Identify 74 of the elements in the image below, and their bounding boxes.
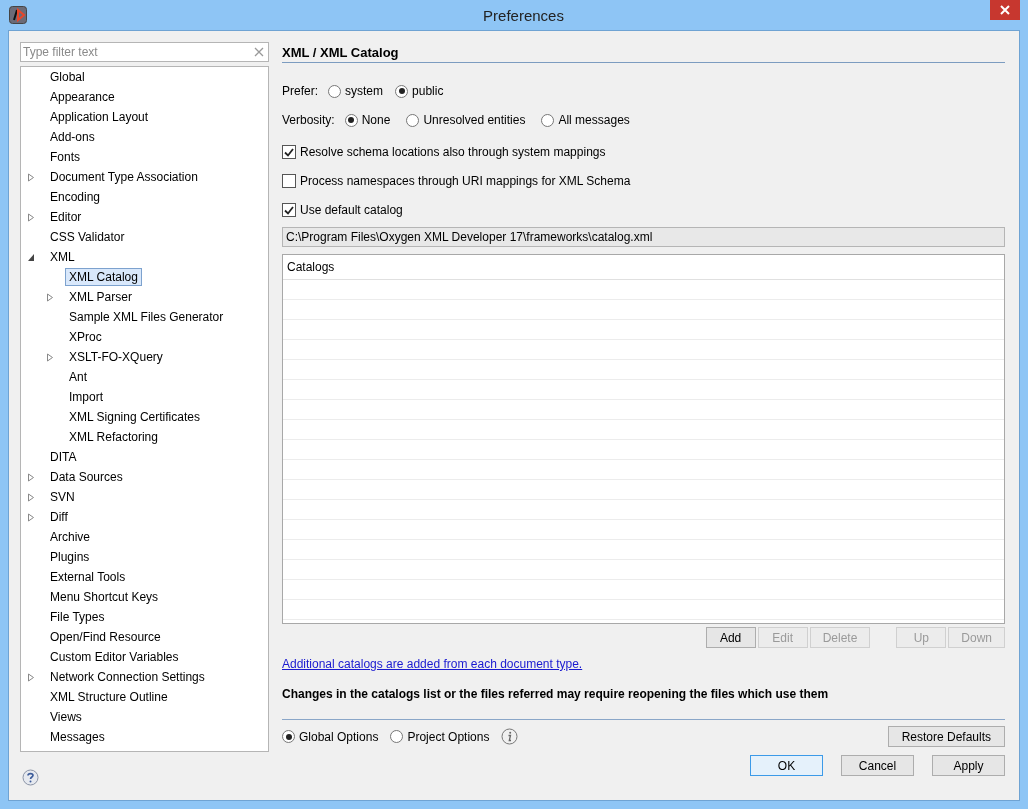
tree-item[interactable]: XML Refactoring [65, 428, 162, 446]
tree-item[interactable]: Menu Shortcut Keys [46, 588, 163, 606]
option-checkbox[interactable]: Process namespaces through URI mappings for XML Schema [282, 172, 1005, 190]
tree-item[interactable]: Global [46, 68, 89, 86]
verbosity-radio[interactable]: None [344, 113, 391, 127]
tree-item[interactable]: Fonts [46, 148, 84, 166]
dialog-button[interactable]: Apply [932, 755, 1005, 776]
tree-item[interactable]: XSLT-FO-XQuery [65, 348, 167, 366]
tree-item[interactable]: External Tools [46, 568, 130, 586]
reopen-note: Changes in the catalogs list or the files referred may require reopening the files which use them [282, 687, 830, 701]
page-heading: XML / XML Catalog [282, 42, 1005, 63]
tree-item[interactable]: Diff [46, 508, 72, 526]
checkmark-icon [284, 205, 294, 215]
tree-item[interactable]: Add-ons [46, 128, 99, 146]
expand-arrow-icon[interactable] [27, 672, 35, 682]
verbosity-label: Verbosity: [282, 113, 335, 127]
tree-item[interactable]: Archive [46, 528, 94, 546]
tree-item[interactable]: Import [65, 388, 107, 406]
app-logo-icon [9, 6, 27, 24]
tree-item[interactable]: XProc [65, 328, 106, 346]
tree-item[interactable]: Custom Editor Variables [46, 648, 183, 666]
verbosity-radio[interactable]: All messages [541, 113, 630, 127]
tree-item[interactable]: Plugins [46, 548, 94, 566]
tree-item[interactable]: Encoding [46, 188, 105, 206]
close-icon [1000, 5, 1010, 15]
tree-item[interactable]: Ant [65, 368, 91, 386]
prefer-label: Prefer: [282, 84, 318, 98]
tree-item[interactable]: File Types [46, 608, 109, 626]
tree-item[interactable]: Sample XML Files Generator [65, 308, 228, 326]
filter-field[interactable]: Type filter text [20, 42, 269, 62]
expand-arrow-icon[interactable] [27, 472, 35, 482]
expand-arrow-icon[interactable] [46, 292, 54, 302]
tree-item[interactable]: Open/Find Resource [46, 628, 165, 646]
table-button[interactable]: Add [705, 627, 756, 648]
expand-arrow-icon[interactable] [27, 172, 35, 182]
restore-defaults-button[interactable]: Restore Defaults [887, 726, 1005, 747]
tree-item[interactable]: Network Connection Settings [46, 668, 209, 686]
expand-arrow-icon[interactable] [46, 352, 54, 362]
tree-item[interactable]: Data Sources [46, 468, 127, 486]
tree-item[interactable]: XML Structure Outline [46, 688, 172, 706]
tree-item[interactable]: Application Layout [46, 108, 153, 126]
checkmark-icon [284, 147, 294, 157]
dialog-button[interactable]: OK [750, 755, 823, 776]
expand-arrow-icon[interactable] [27, 212, 35, 222]
window-title: Preferences [482, 6, 565, 24]
tree-item[interactable]: Document Type Association [46, 168, 202, 186]
option-checkbox[interactable]: Resolve schema locations also through system mappings [282, 143, 1005, 161]
tree-item[interactable]: XML Parser [65, 288, 136, 306]
tree-item[interactable]: DITA [46, 448, 81, 466]
tree-item[interactable]: Views [46, 708, 86, 726]
verbosity-radio[interactable]: Unresolved entities [406, 113, 526, 127]
tree-item[interactable]: Messages [46, 728, 109, 746]
info-icon[interactable] [501, 728, 519, 745]
tree-item[interactable]: XML Signing Certificates [65, 408, 204, 426]
tree-item[interactable]: Editor [46, 208, 86, 226]
collapse-arrow-icon[interactable] [27, 252, 35, 262]
help-icon[interactable] [22, 769, 39, 786]
catalog-path-field[interactable]: C:\Program Files\Oxygen XML Developer 17\frameworks\catalog.xml [282, 227, 1005, 247]
scope-radio[interactable]: Global Options [282, 729, 379, 744]
document-type-link[interactable]: Additional catalogs are added from each document type. [282, 657, 583, 671]
tree-item[interactable]: XML [46, 248, 79, 266]
tree-item[interactable]: CSS Validator [46, 228, 129, 246]
option-checkbox[interactable]: Use default catalog [282, 201, 1005, 219]
expand-arrow-icon[interactable] [27, 492, 35, 502]
dialog-button[interactable]: Cancel [841, 755, 914, 776]
clear-icon[interactable] [254, 47, 264, 57]
tree-item[interactable]: XML Catalog [65, 268, 142, 286]
prefer-radio[interactable]: public [395, 84, 444, 98]
scope-radio[interactable]: Project Options [390, 729, 490, 744]
tree-item[interactable]: SVN [46, 488, 79, 506]
prefer-radio[interactable]: system [328, 84, 384, 98]
close-button[interactable] [990, 0, 1020, 20]
tree-item[interactable]: Appearance [46, 88, 119, 106]
expand-arrow-icon[interactable] [27, 512, 35, 522]
